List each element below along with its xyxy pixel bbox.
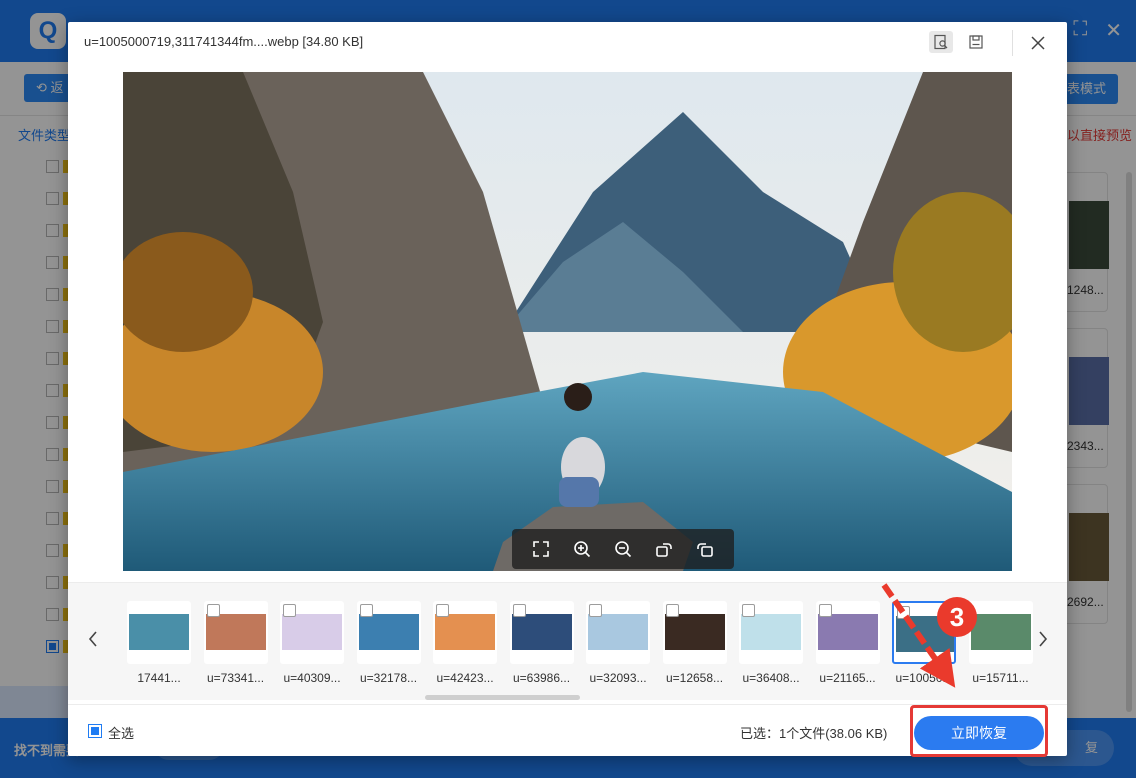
- rotate-right-button[interactable]: [652, 537, 676, 561]
- save-button[interactable]: [964, 31, 988, 53]
- thumbnail-label: u=73341...: [206, 671, 265, 685]
- thumbnail-label: u=42423...: [436, 671, 494, 685]
- thumbnail-image: [817, 614, 878, 650]
- zoom-in-button[interactable]: [570, 537, 594, 561]
- thumbnail-scrollbar[interactable]: [425, 695, 580, 700]
- thumbnail-label: u=21165...: [819, 671, 876, 685]
- thumbnail-checkbox[interactable]: [818, 604, 832, 617]
- thumbnail[interactable]: [586, 601, 650, 664]
- thumbnail[interactable]: [968, 601, 1033, 664]
- thumbnail[interactable]: [739, 601, 803, 664]
- preview-icon: [934, 34, 948, 50]
- thumbnail-label: u=32178...: [359, 671, 418, 685]
- select-all-label[interactable]: 全选: [108, 723, 134, 742]
- zoom-out-button[interactable]: [611, 537, 635, 561]
- thumbnail-checkbox[interactable]: [436, 604, 449, 617]
- thumbnail-label: u=63986...: [512, 671, 571, 685]
- titlebar-divider: [1012, 30, 1013, 56]
- dialog-footer: 全选 已选：1个文件(38.06 KB) 立即恢复: [68, 704, 1067, 757]
- image-toolbar: [512, 529, 734, 569]
- thumbnail-image: [664, 614, 725, 650]
- thumbnail-label: u=32093...: [589, 671, 647, 685]
- landscape-photo: [123, 72, 1012, 571]
- thumbnail-checkbox[interactable]: [359, 604, 373, 617]
- thumbnail-label: 17441...: [137, 671, 181, 685]
- rotate-left-button[interactable]: [693, 537, 717, 561]
- dialog-titlebar: u=1005000719,311741344fm....webp [34.80 …: [68, 22, 1067, 62]
- thumbnail[interactable]: [509, 601, 574, 664]
- thumbnail-checkbox[interactable]: [283, 604, 296, 617]
- thumbnail-image: [205, 614, 266, 650]
- thumbnail[interactable]: [356, 601, 421, 664]
- thumbnail-image: [970, 614, 1031, 650]
- fullscreen-icon: [532, 541, 549, 557]
- thumbnail[interactable]: [280, 601, 344, 664]
- chevron-right-icon: [1039, 631, 1048, 647]
- fullscreen-button[interactable]: [529, 537, 553, 561]
- zoom-out-icon: [615, 541, 632, 558]
- selected-file-info: 已选：1个文件(38.06 KB): [740, 726, 888, 741]
- thumbnail-image: [358, 614, 419, 650]
- thumbnail-image: [129, 614, 189, 650]
- thumbnail-checkbox[interactable]: [897, 606, 910, 619]
- close-dialog-button[interactable]: [1023, 30, 1053, 56]
- thumbnail-label: u=40309...: [283, 671, 341, 685]
- thumbnail[interactable]: [662, 601, 727, 664]
- thumbnail-label: u=36408...: [742, 671, 800, 685]
- thumbnail-label: u=15711...: [972, 671, 1029, 685]
- preview-file-button[interactable]: [929, 31, 953, 53]
- thumbnail[interactable]: [127, 601, 191, 664]
- recover-now-button[interactable]: 立即恢复: [914, 716, 1044, 750]
- thumbnail-checkbox[interactable]: [512, 604, 526, 617]
- thumbnail-image: [588, 614, 648, 650]
- save-icon: [969, 35, 983, 49]
- thumbnail-label: u=10050...: [895, 671, 953, 685]
- thumbnail[interactable]: [815, 601, 880, 664]
- thumbnail[interactable]: [203, 601, 268, 664]
- next-button[interactable]: [1032, 627, 1054, 651]
- thumbnail-checkbox[interactable]: [206, 604, 220, 617]
- thumbnail-image: [741, 614, 801, 650]
- select-all-checkbox[interactable]: [88, 724, 102, 738]
- thumbnail-image: [282, 614, 342, 650]
- preview-dialog: u=1005000719,311741344fm....webp [34.80 …: [68, 22, 1067, 757]
- thumbnail-checkbox[interactable]: [589, 604, 602, 617]
- thumbnail-checkbox[interactable]: [742, 604, 755, 617]
- zoom-in-icon: [573, 541, 590, 558]
- thumbnail-checkbox[interactable]: [665, 604, 679, 617]
- thumbnail-strip: 17441... u=73341... u=40309... u=32178... u=…: [68, 582, 1067, 700]
- thumbnail-image: [511, 614, 572, 650]
- thumbnail-image: [435, 614, 495, 650]
- previous-button[interactable]: [82, 627, 104, 651]
- preview-image: [123, 72, 1012, 571]
- step-badge: 3: [937, 597, 977, 637]
- close-icon: [1031, 36, 1045, 50]
- dialog-title: u=1005000719,311741344fm....webp [34.80 …: [84, 34, 364, 49]
- thumbnail-label: u=12658...: [665, 671, 724, 685]
- thumbnail[interactable]: [433, 601, 497, 664]
- rotate-left-icon: [697, 543, 714, 557]
- chevron-left-icon: [88, 631, 97, 647]
- rotate-right-icon: [656, 543, 672, 557]
